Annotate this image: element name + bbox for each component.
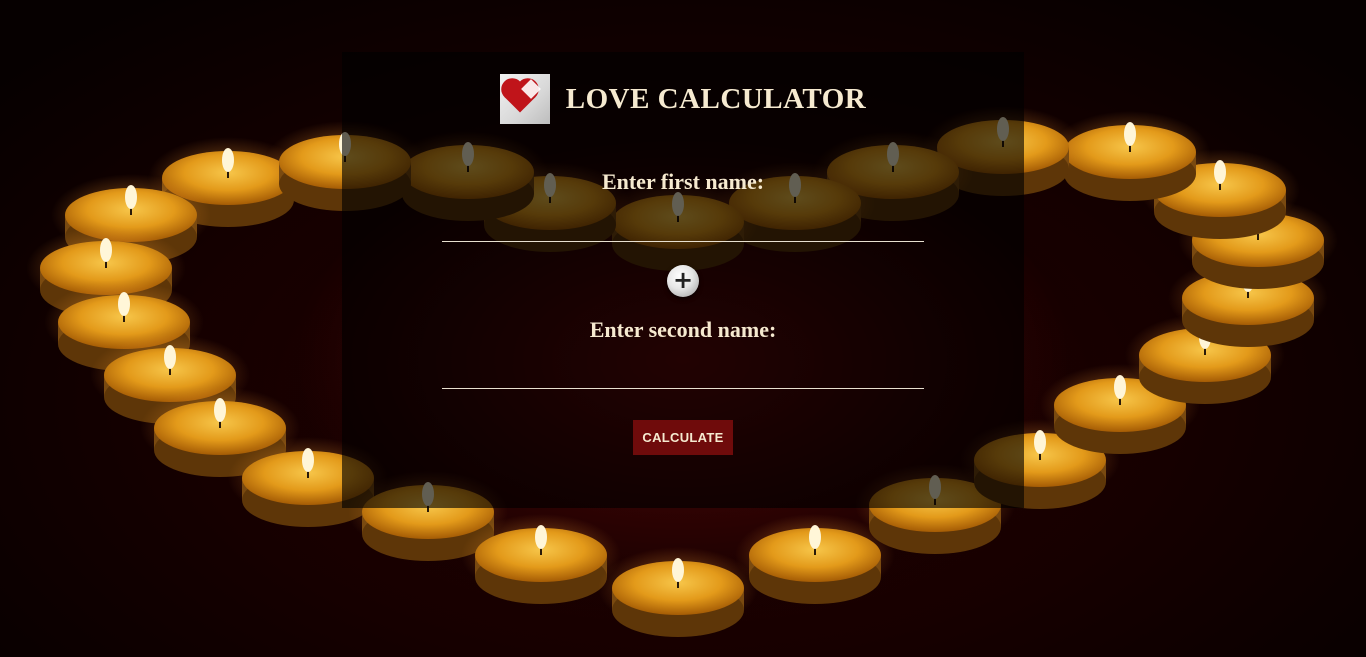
second-name-label: Enter second name: [589,317,777,342]
heart-logo-icon [499,74,550,124]
second-name-input[interactable] [442,358,924,389]
first-name-label: Enter first name: [601,169,765,194]
first-name-input[interactable] [442,211,924,242]
calculator-panel: LOVE CALCULATOR Enter first name: + Ente… [342,52,1024,508]
calculate-button[interactable]: CALCULATE [633,420,733,455]
page-title: LOVE CALCULATOR [565,82,867,115]
plus-circle-icon: + [667,265,699,297]
header: LOVE CALCULATOR [342,74,1024,124]
